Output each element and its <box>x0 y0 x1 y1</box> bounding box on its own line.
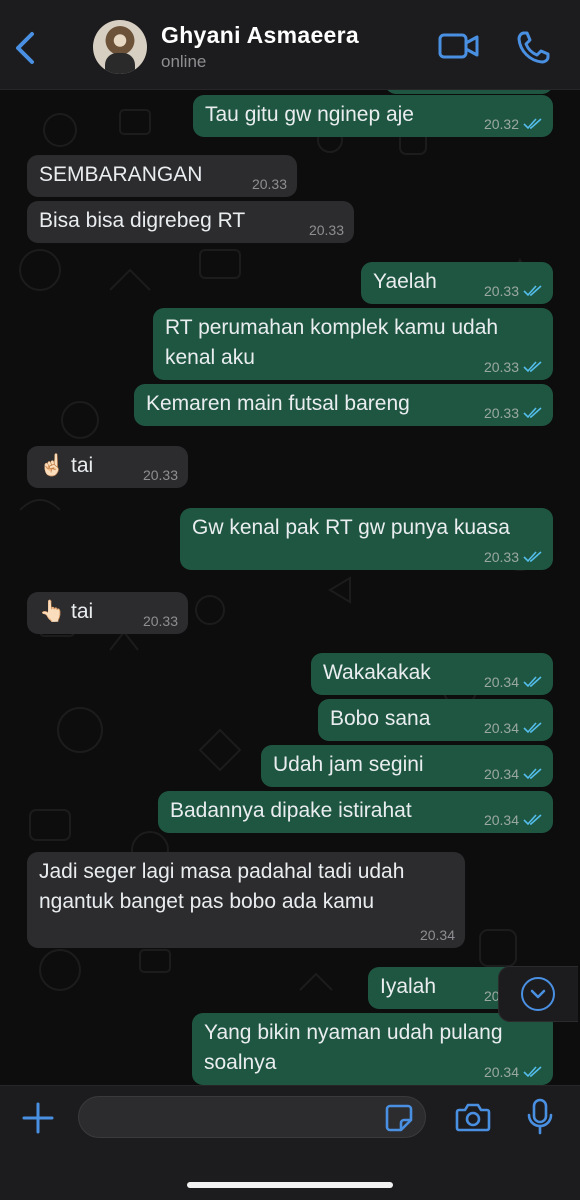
message-bubble-outgoing[interactable]: Udah jam segini 20.34 <box>261 745 553 787</box>
message-meta: 20.33 <box>484 283 543 299</box>
message-bubble-outgoing[interactable]: Yang bikin nyaman udah pulang soalnya 20… <box>192 1013 553 1085</box>
plus-icon[interactable] <box>20 1100 56 1136</box>
message-time: 20.34 <box>483 720 519 736</box>
message-bubble-outgoing[interactable]: Wakakakak 20.34 <box>311 653 553 695</box>
double-check-icon <box>523 676 542 688</box>
message-text: Kemaren main futsal bareng <box>146 392 410 415</box>
message-time: 20.32 <box>483 116 519 132</box>
chevron-left-icon[interactable] <box>8 26 44 70</box>
message-bubble-incoming[interactable]: Jadi seger lagi masa padahal tadi udah n… <box>27 852 465 948</box>
message-time: 20.34 <box>483 766 519 782</box>
message-meta: 20.34 <box>484 1064 543 1080</box>
message-meta: 20.33 <box>143 613 178 629</box>
video-camera-icon[interactable] <box>437 30 481 62</box>
message-time: 20.33 <box>483 283 519 299</box>
home-indicator <box>187 1182 393 1188</box>
double-check-icon <box>523 722 542 734</box>
message-meta: 20.34 <box>484 720 543 736</box>
contact-name[interactable]: Ghyani Asmaeera <box>161 22 359 49</box>
message-meta: 20.33 <box>484 359 543 375</box>
double-check-icon <box>523 551 542 563</box>
message-meta: 20.34 <box>420 927 455 943</box>
scroll-to-bottom-button[interactable] <box>498 966 578 1022</box>
message-time: 20.34 <box>483 1064 519 1080</box>
microphone-icon[interactable] <box>526 1098 554 1136</box>
message-time: 20.34 <box>483 812 519 828</box>
message-time: 20.33 <box>483 405 519 421</box>
message-time: 20.33 <box>483 359 519 375</box>
double-check-icon <box>523 407 542 419</box>
message-bubble-outgoing[interactable]: Gw kenal pak RT gw punya kuasa 20.33 <box>180 508 553 570</box>
message-meta: 20.34 <box>484 812 543 828</box>
message-meta: 20.33 <box>309 222 344 238</box>
double-check-icon <box>523 814 542 826</box>
message-time: 20.34 <box>483 674 519 690</box>
message-bubble-incoming[interactable]: ☝🏻 tai 20.33 <box>27 446 188 488</box>
message-meta: 20.33 <box>484 405 543 421</box>
message-time: 20.33 <box>142 613 178 629</box>
chat-header: Ghyani Asmaeera online <box>0 0 580 90</box>
message-bubble-outgoing[interactable]: Yaelah 20.33 <box>361 262 553 304</box>
double-check-icon <box>523 1066 542 1078</box>
avatar[interactable] <box>93 20 147 74</box>
message-meta: 20.34 <box>484 674 543 690</box>
double-check-icon <box>523 118 542 130</box>
message-meta: 20.32 <box>484 116 543 132</box>
message-time: 20.34 <box>419 927 455 943</box>
message-meta: 20.33 <box>143 467 178 483</box>
camera-icon[interactable] <box>455 1101 491 1133</box>
message-bubble-incoming[interactable]: Bisa bisa digrebeg RT 20.33 <box>27 201 354 243</box>
contact-status: online <box>161 52 207 71</box>
message-text: Bisa bisa digrebeg RT <box>39 209 246 232</box>
message-text: Jadi seger lagi masa padahal tadi udah n… <box>39 860 405 913</box>
message-bubble-outgoing[interactable]: Bobo sana 20.34 <box>318 699 553 741</box>
message-meta: 20.34 <box>484 766 543 782</box>
message-time: 20.33 <box>251 176 287 192</box>
double-check-icon <box>523 285 542 297</box>
double-check-icon <box>523 768 542 780</box>
message-input[interactable] <box>78 1096 426 1138</box>
message-bubble-outgoing[interactable]: Tau gitu gw nginep aje 20.32 <box>193 95 553 137</box>
message-time: 20.33 <box>483 549 519 565</box>
message-bubble-partial <box>385 90 553 94</box>
message-list[interactable]: Tau gitu gw nginep aje 20.32 SEMBARANGAN… <box>0 90 580 1085</box>
message-meta: 20.33 <box>484 549 543 565</box>
message-time: 20.33 <box>142 467 178 483</box>
sticker-icon[interactable] <box>384 1103 414 1133</box>
chevron-down-icon <box>521 977 555 1011</box>
message-bubble-incoming[interactable]: 👆🏻 tai 20.33 <box>27 592 188 634</box>
message-time: 20.33 <box>308 222 344 238</box>
message-bubble-outgoing[interactable]: RT perumahan komplek kamu udah kenal aku… <box>153 308 553 380</box>
message-text: SEMBARANGAN <box>39 163 203 186</box>
message-bubble-outgoing[interactable]: Badannya dipake istirahat 20.34 <box>158 791 553 833</box>
message-bubble-outgoing[interactable]: Kemaren main futsal bareng 20.33 <box>134 384 553 426</box>
message-bubble-incoming[interactable]: SEMBARANGAN 20.33 <box>27 155 297 197</box>
message-text: Gw kenal pak RT gw punya kuasa <box>192 516 510 539</box>
double-check-icon <box>523 361 542 373</box>
message-meta: 20.33 <box>252 176 287 192</box>
phone-icon[interactable] <box>515 30 551 66</box>
